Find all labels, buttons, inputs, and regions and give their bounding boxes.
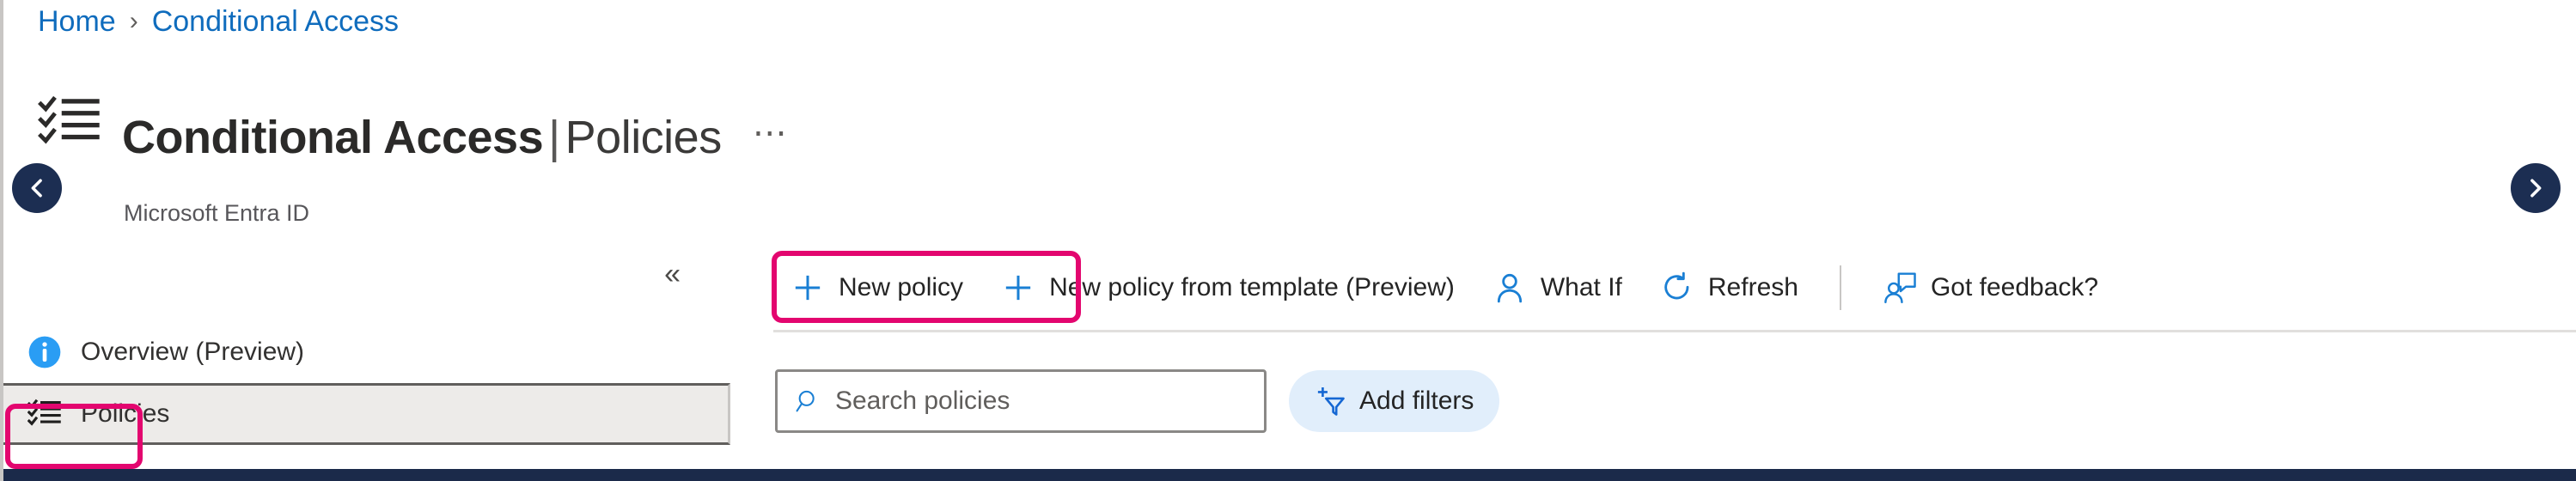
- new-policy-button[interactable]: New policy: [772, 257, 982, 319]
- page-title-divider: |: [548, 112, 560, 164]
- chevron-left-icon: [31, 179, 42, 198]
- feedback-person-icon: [1884, 272, 1916, 304]
- toolbar-separator: [1839, 265, 1841, 310]
- command-toolbar: New policy New policy from template (Pre…: [772, 251, 2576, 325]
- sidebar-nav-list: Overview (Preview) Policies: [3, 321, 730, 469]
- page-subtitle: Microsoft Entra ID: [124, 200, 310, 227]
- add-filter-icon: [1317, 387, 1345, 416]
- add-filters-label: Add filters: [1359, 387, 1474, 415]
- blade-content: New policy New policy from template (Pre…: [736, 225, 2576, 469]
- more-options-icon[interactable]: ⋯: [744, 116, 798, 150]
- page-title: Conditional Access | Policies: [122, 113, 722, 162]
- breadcrumb-separator-icon: ›: [129, 7, 138, 35]
- command-label: New policy: [839, 273, 964, 301]
- page-title-secondary: Policies: [565, 112, 723, 164]
- add-filters-button[interactable]: Add filters: [1289, 370, 1500, 432]
- what-if-button[interactable]: What If: [1474, 257, 1641, 319]
- got-feedback-button[interactable]: Got feedback?: [1864, 257, 2117, 319]
- toolbar-divider: [773, 330, 2576, 332]
- next-blade-button[interactable]: [2511, 163, 2561, 213]
- person-icon: [1497, 273, 1522, 303]
- command-label: New policy from template (Preview): [1049, 273, 1455, 301]
- bottom-rail: [3, 469, 2576, 481]
- search-policies-box[interactable]: [775, 369, 1267, 433]
- blade-sidebar: « Overview (Preview) Policies: [3, 225, 730, 469]
- search-icon: [796, 390, 815, 412]
- breadcrumb-item-home[interactable]: Home: [38, 7, 116, 36]
- command-label: Got feedback?: [1930, 273, 2099, 301]
- command-label: What If: [1540, 273, 1622, 301]
- sidebar-item-policies[interactable]: Policies: [3, 383, 730, 445]
- sidebar-item-overview-preview[interactable]: Overview (Preview): [3, 321, 730, 383]
- search-input[interactable]: [834, 387, 1247, 416]
- checklist-icon: [38, 95, 100, 144]
- page-header: Conditional Access | Policies ⋯ Microsoft …: [38, 82, 798, 227]
- azure-portal-blade: Home › Conditional Access Conditional Ac…: [0, 0, 2576, 481]
- previous-blade-button[interactable]: [12, 163, 62, 213]
- collapse-menu-icon[interactable]: «: [664, 259, 681, 289]
- refresh-button[interactable]: Refresh: [1641, 257, 1817, 319]
- sidebar-item-label: Overview (Preview): [81, 338, 305, 366]
- checklist-icon: [27, 399, 61, 426]
- page-title-primary: Conditional Access: [122, 112, 544, 164]
- info-circle-icon: [28, 336, 61, 368]
- breadcrumb: Home › Conditional Access: [38, 7, 399, 36]
- plus-icon: [795, 275, 821, 301]
- refresh-icon: [1664, 271, 1689, 300]
- new-policy-from-template-button[interactable]: New policy from template (Preview): [982, 257, 1474, 319]
- filter-bar: Add filters: [775, 369, 1500, 433]
- chevron-right-icon: [2530, 179, 2542, 198]
- sidebar-item-label: Policies: [81, 399, 170, 428]
- breadcrumb-item-conditional-access[interactable]: Conditional Access: [152, 7, 399, 36]
- plus-icon: [1005, 275, 1031, 301]
- command-label: Refresh: [1707, 273, 1798, 301]
